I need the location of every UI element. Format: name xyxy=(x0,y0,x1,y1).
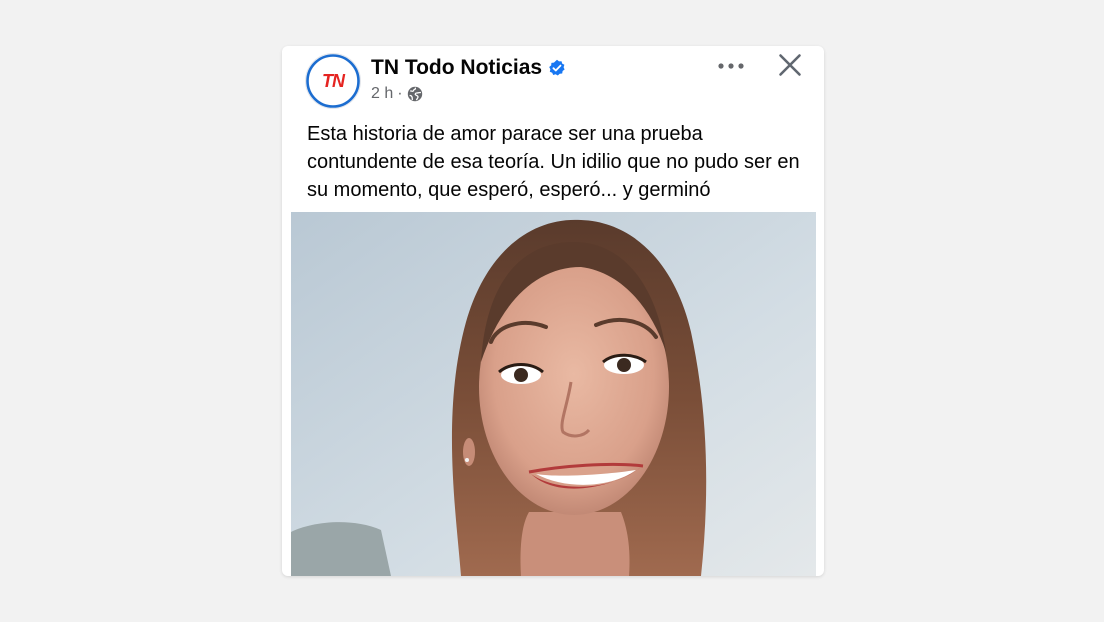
meta-separator: · xyxy=(397,85,403,102)
post-text: Esta historia de amor parace ser una pru… xyxy=(307,123,800,201)
post-card: TN TN Todo Noticias 2 h · Esta historia … xyxy=(282,46,824,576)
globe-icon xyxy=(407,86,423,102)
more-options-button[interactable] xyxy=(714,54,748,78)
page-name[interactable]: TN Todo Noticias xyxy=(371,56,542,80)
page-avatar[interactable]: TN xyxy=(306,54,360,108)
author-row: TN Todo Noticias xyxy=(371,56,566,80)
close-icon xyxy=(779,54,801,76)
tn-logo-icon: TN xyxy=(306,54,360,108)
avatar-logo-text: TN xyxy=(322,71,346,91)
close-button[interactable] xyxy=(776,51,804,79)
more-options-icon xyxy=(718,63,744,69)
portrait-photo xyxy=(291,212,816,576)
verified-badge-icon xyxy=(548,59,566,77)
post-photo[interactable] xyxy=(291,212,816,576)
post-meta: 2 h · xyxy=(371,85,423,103)
post-timestamp[interactable]: 2 h xyxy=(371,85,393,103)
